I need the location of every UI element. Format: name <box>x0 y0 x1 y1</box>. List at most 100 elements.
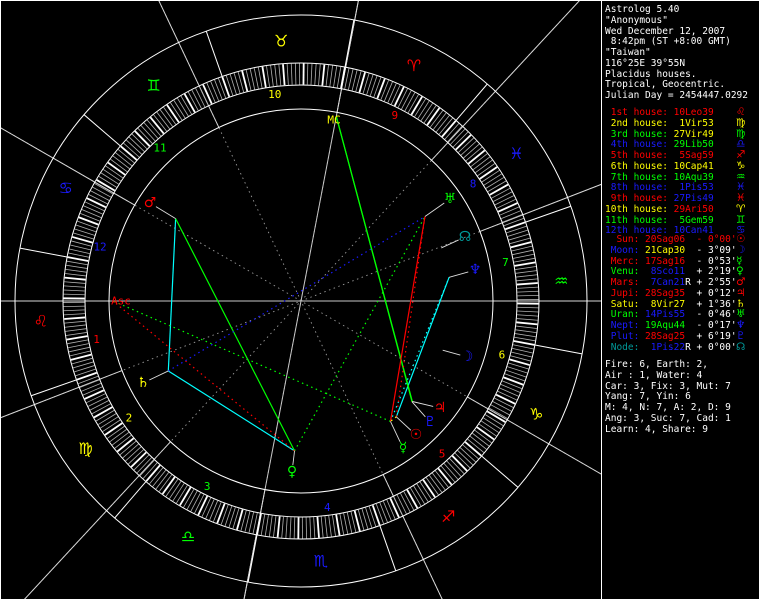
degree-tick <box>68 252 90 258</box>
house-label: 2nd house: <box>605 117 674 129</box>
degree-tick <box>214 79 223 100</box>
degree-tick <box>485 177 505 189</box>
degree-tick <box>64 320 86 324</box>
degree-tick <box>70 244 91 251</box>
degree-tick <box>493 191 513 202</box>
sign-boundary <box>379 525 397 572</box>
degree-tick <box>209 500 218 521</box>
degree-tick <box>379 502 388 523</box>
house-number-2: 2 <box>126 411 133 424</box>
degree-tick <box>339 513 345 535</box>
degree-tick <box>68 346 90 353</box>
wheel-planet-neptune: ♆ <box>469 262 482 278</box>
degree-tick <box>64 316 86 320</box>
planet-pointer-sun <box>396 416 412 431</box>
degree-tick <box>515 329 537 334</box>
planet-label: Uran: <box>605 309 646 321</box>
degree-tick <box>65 273 87 277</box>
house-number-12: 12 <box>93 241 106 254</box>
degree-tick <box>84 389 105 400</box>
degree-tick <box>93 406 113 419</box>
house-cusp-6 <box>467 396 602 476</box>
degree-tick <box>82 386 103 396</box>
planet-pointer-saturn <box>149 370 169 381</box>
degree-tick <box>66 260 88 266</box>
planet-label: Plut: <box>605 330 646 342</box>
house-cusp-2 <box>1 370 123 419</box>
degree-tick <box>515 266 537 270</box>
degree-tick <box>92 186 112 198</box>
degree-tick <box>261 66 267 88</box>
sign-boundary <box>455 83 488 121</box>
planet-position: 8Sco11 <box>645 266 686 278</box>
sign-boundary <box>247 534 258 583</box>
degree-tick <box>504 221 526 231</box>
degree-tick <box>64 324 86 328</box>
planet-velocity: + 2°55' <box>690 277 737 288</box>
chart-header: Astrolog 5.40 "Anonymous" Wed December 12,… <box>605 4 748 102</box>
house-number-9: 9 <box>392 109 399 122</box>
degree-tick <box>183 93 196 113</box>
sign-glyph-leo: ♌ <box>34 311 48 330</box>
degree-tick <box>343 513 349 534</box>
planet-pointer-uranus <box>424 202 445 217</box>
planet-position: 20Sag06 <box>645 234 686 245</box>
degree-tick <box>495 393 516 405</box>
degree-tick <box>202 84 213 105</box>
degree-tick <box>286 63 289 85</box>
planet-label: Satu: <box>605 298 646 310</box>
degree-tick <box>513 340 535 346</box>
angle-label-mc: MC <box>327 114 340 127</box>
house-number-8: 8 <box>470 178 477 191</box>
degree-tick <box>198 86 209 106</box>
degree-tick <box>336 66 342 88</box>
house-number-5: 5 <box>439 447 446 460</box>
degree-tick <box>499 387 519 397</box>
degree-tick <box>177 97 189 117</box>
degree-tick <box>503 376 524 386</box>
degree-tick <box>351 70 358 91</box>
degree-tick <box>210 81 220 101</box>
degree-tick <box>406 489 419 509</box>
degree-tick <box>481 420 499 433</box>
degree-tick <box>63 309 85 312</box>
aspect-sun-uranus <box>395 216 426 417</box>
house-position: 1Vir53 <box>673 117 714 129</box>
sign-boundary <box>481 455 519 488</box>
header-line-1: "Anonymous" <box>605 14 668 26</box>
header-line-5: 116°25E 39°55N <box>605 57 686 69</box>
degree-tick <box>97 413 117 425</box>
degree-tick <box>393 496 404 516</box>
aspect-mercury-uranus <box>389 216 426 422</box>
degree-tick <box>517 306 539 309</box>
sign-boundary <box>534 344 583 355</box>
aspect-mars-saturn <box>167 218 177 371</box>
degree-tick <box>325 65 329 87</box>
degree-tick <box>191 89 202 109</box>
aspect-sun-neptune <box>395 277 450 418</box>
degree-tick <box>313 517 316 539</box>
degree-tick <box>256 513 262 535</box>
degree-tick <box>490 404 510 416</box>
planet-label: Moon: <box>605 244 646 256</box>
degree-tick <box>320 516 324 538</box>
degree-tick <box>512 249 534 256</box>
planet-row-☊: Node: 1Pis22R + 0°00' ☊ <box>605 341 746 354</box>
degree-tick <box>314 63 317 85</box>
planet-velocity: + 2°19' <box>690 266 737 278</box>
degree-tick <box>63 293 85 296</box>
house-number-10: 10 <box>268 88 281 101</box>
house-label: 9th house: <box>605 193 674 204</box>
degree-tick <box>516 274 538 278</box>
wheel-planet-pluto: ♇ <box>424 414 437 430</box>
planet-position: 17Sag16 <box>645 255 686 267</box>
degree-tick <box>494 195 515 206</box>
degree-tick <box>213 502 222 522</box>
degree-tick <box>80 213 100 222</box>
wheel-planet-moon: ☽ <box>461 349 474 365</box>
degree-tick <box>173 100 186 119</box>
degree-tick <box>257 67 263 89</box>
planet-label: Mars: <box>605 277 646 288</box>
degree-tick <box>333 66 338 88</box>
degree-tick <box>494 397 514 408</box>
